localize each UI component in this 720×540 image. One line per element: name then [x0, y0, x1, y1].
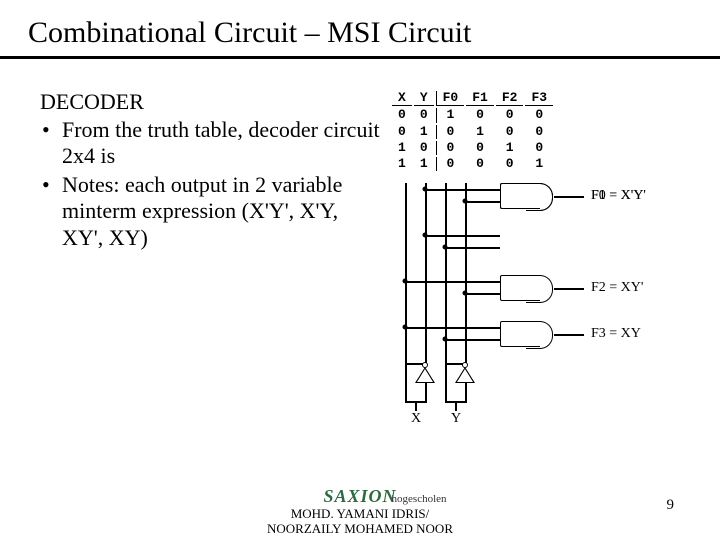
td: 1 [436, 108, 465, 122]
wire [554, 288, 584, 290]
wire [445, 339, 500, 341]
wire [554, 334, 584, 336]
wire [445, 247, 500, 249]
not-gate [415, 367, 435, 383]
td: 0 [414, 108, 434, 122]
wire [465, 383, 467, 401]
inverter-bubble [462, 362, 468, 368]
wire [415, 401, 417, 411]
and-gate: F2 = XY' [500, 275, 540, 301]
wire [425, 183, 427, 363]
td: 0 [436, 141, 465, 155]
bullet-item: Notes: each output in 2 variable minterm… [40, 172, 380, 251]
junction-dot [463, 199, 468, 204]
th: F1 [466, 91, 494, 106]
table-row: 1 1 0 0 0 1 [392, 157, 553, 171]
content-area: DECODER From the truth table, decoder ci… [0, 59, 720, 423]
th: Y [414, 91, 434, 106]
wire [425, 189, 500, 191]
table-row: 0 1 0 1 0 0 [392, 125, 553, 139]
td: 1 [414, 125, 434, 139]
junction-dot [403, 279, 408, 284]
footer: SAXION hogescholen MOHD. YAMANI IDRIS/ N… [0, 482, 720, 540]
th: F0 [436, 91, 465, 106]
figure-column: X Y F0 F1 F2 F3 0 0 1 0 0 0 0 1 0 1 0 [380, 89, 690, 423]
and-gate: F1 = X'Y [500, 183, 540, 209]
wire [445, 383, 447, 401]
input-label: X [411, 411, 421, 427]
logo-subtext: hogescholen [392, 493, 447, 505]
td: 0 [466, 157, 494, 171]
td: 1 [414, 157, 434, 171]
page-title: Combinational Circuit – MSI Circuit [0, 0, 720, 56]
wire [405, 281, 500, 283]
footer-center: SAXION hogescholen MOHD. YAMANI IDRIS/ N… [267, 486, 453, 537]
bullet-list: From the truth table, decoder circuit 2x… [40, 117, 380, 251]
wire [405, 327, 500, 329]
td: 0 [525, 141, 553, 155]
td: 0 [392, 125, 412, 139]
table-row: 0 0 1 0 0 0 [392, 108, 553, 122]
td: 0 [436, 125, 465, 139]
wire [554, 196, 584, 198]
logo-text: SAXION [323, 486, 396, 506]
gate-label: F1 = X'Y [591, 188, 643, 204]
junction-dot [423, 187, 428, 192]
wire [405, 383, 407, 401]
decoder-circuit: F0 = X'Y' F1 = X'Y F2 = XY' F3 = XY [390, 183, 690, 423]
junction-dot [403, 325, 408, 330]
text-column: DECODER From the truth table, decoder ci… [40, 89, 380, 423]
author-line-2: NOORZAILY MOHAMED NOOR [267, 522, 453, 537]
wire [465, 293, 500, 295]
junction-dot [423, 233, 428, 238]
td: 1 [392, 141, 412, 155]
wire [465, 201, 500, 203]
td: 0 [392, 108, 412, 122]
wire [455, 401, 457, 411]
not-gate [455, 367, 475, 383]
wire [445, 183, 447, 383]
td: 0 [466, 141, 494, 155]
inverter-bubble [422, 362, 428, 368]
table-header-row: X Y F0 F1 F2 F3 [392, 91, 553, 106]
author-line-1: MOHD. YAMANI IDRIS/ [267, 507, 453, 522]
td: 0 [496, 108, 524, 122]
td: 1 [466, 125, 494, 139]
td: 1 [496, 141, 524, 155]
bullet-item: From the truth table, decoder circuit 2x… [40, 117, 380, 170]
td: 0 [466, 108, 494, 122]
td: 0 [525, 108, 553, 122]
td: 0 [496, 157, 524, 171]
th: F2 [496, 91, 524, 106]
logo: SAXION hogescholen [323, 486, 396, 507]
wire [425, 383, 427, 401]
td: 0 [525, 125, 553, 139]
td: 1 [525, 157, 553, 171]
section-heading: DECODER [40, 89, 380, 115]
page-number: 9 [667, 497, 675, 514]
wire [465, 183, 467, 363]
junction-dot [463, 291, 468, 296]
junction-dot [443, 337, 448, 342]
wire [425, 235, 500, 237]
truth-table: X Y F0 F1 F2 F3 0 0 1 0 0 0 0 1 0 1 0 [390, 89, 555, 173]
gate-label: F2 = XY' [591, 280, 643, 296]
input-label: Y [451, 411, 461, 427]
td: 0 [436, 157, 465, 171]
td: 0 [496, 125, 524, 139]
td: 0 [414, 141, 434, 155]
td: 1 [392, 157, 412, 171]
th: X [392, 91, 412, 106]
junction-dot [443, 245, 448, 250]
gate-label: F3 = XY [591, 326, 641, 342]
th: F3 [525, 91, 553, 106]
and-gate: F3 = XY [500, 321, 540, 347]
table-row: 1 0 0 0 1 0 [392, 141, 553, 155]
